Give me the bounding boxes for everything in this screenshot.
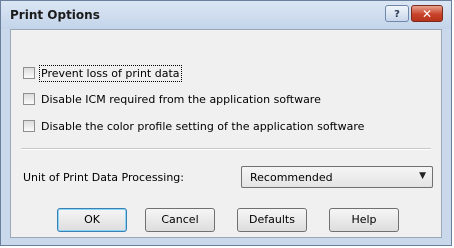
- unit-processing-value: Recommended: [250, 171, 333, 184]
- option-disable-color-profile[interactable]: Disable the color profile setting of the…: [23, 118, 364, 134]
- help-button[interactable]: Help: [329, 208, 399, 232]
- close-button[interactable]: ✕: [411, 5, 443, 22]
- print-options-dialog: Print Options ? ✕ Prevent loss of print …: [0, 0, 452, 246]
- option-prevent-loss[interactable]: Prevent loss of print data: [23, 64, 182, 82]
- prevent-loss-label[interactable]: Prevent loss of print data: [39, 64, 182, 82]
- unit-processing-label: Unit of Print Data Processing:: [23, 171, 184, 184]
- option-disable-icm[interactable]: Disable ICM required from the applicatio…: [23, 91, 321, 107]
- disable-color-profile-checkbox[interactable]: [23, 120, 35, 132]
- title-bar[interactable]: Print Options ? ✕: [1, 1, 451, 29]
- unit-processing-select[interactable]: Recommended ▼: [241, 166, 433, 188]
- dialog-title: Print Options: [10, 8, 100, 22]
- separator: [21, 148, 431, 150]
- dialog-client-area: Prevent loss of print data Disable ICM r…: [10, 29, 442, 238]
- ok-button[interactable]: OK: [57, 208, 127, 232]
- disable-icm-label[interactable]: Disable ICM required from the applicatio…: [41, 93, 321, 106]
- chevron-down-icon[interactable]: ▼: [419, 171, 426, 181]
- title-help-button[interactable]: ?: [385, 5, 409, 22]
- disable-color-profile-label[interactable]: Disable the color profile setting of the…: [41, 120, 364, 133]
- cancel-button[interactable]: Cancel: [145, 208, 215, 232]
- prevent-loss-checkbox[interactable]: [23, 67, 35, 79]
- defaults-button[interactable]: Defaults: [237, 208, 307, 232]
- disable-icm-checkbox[interactable]: [23, 93, 35, 105]
